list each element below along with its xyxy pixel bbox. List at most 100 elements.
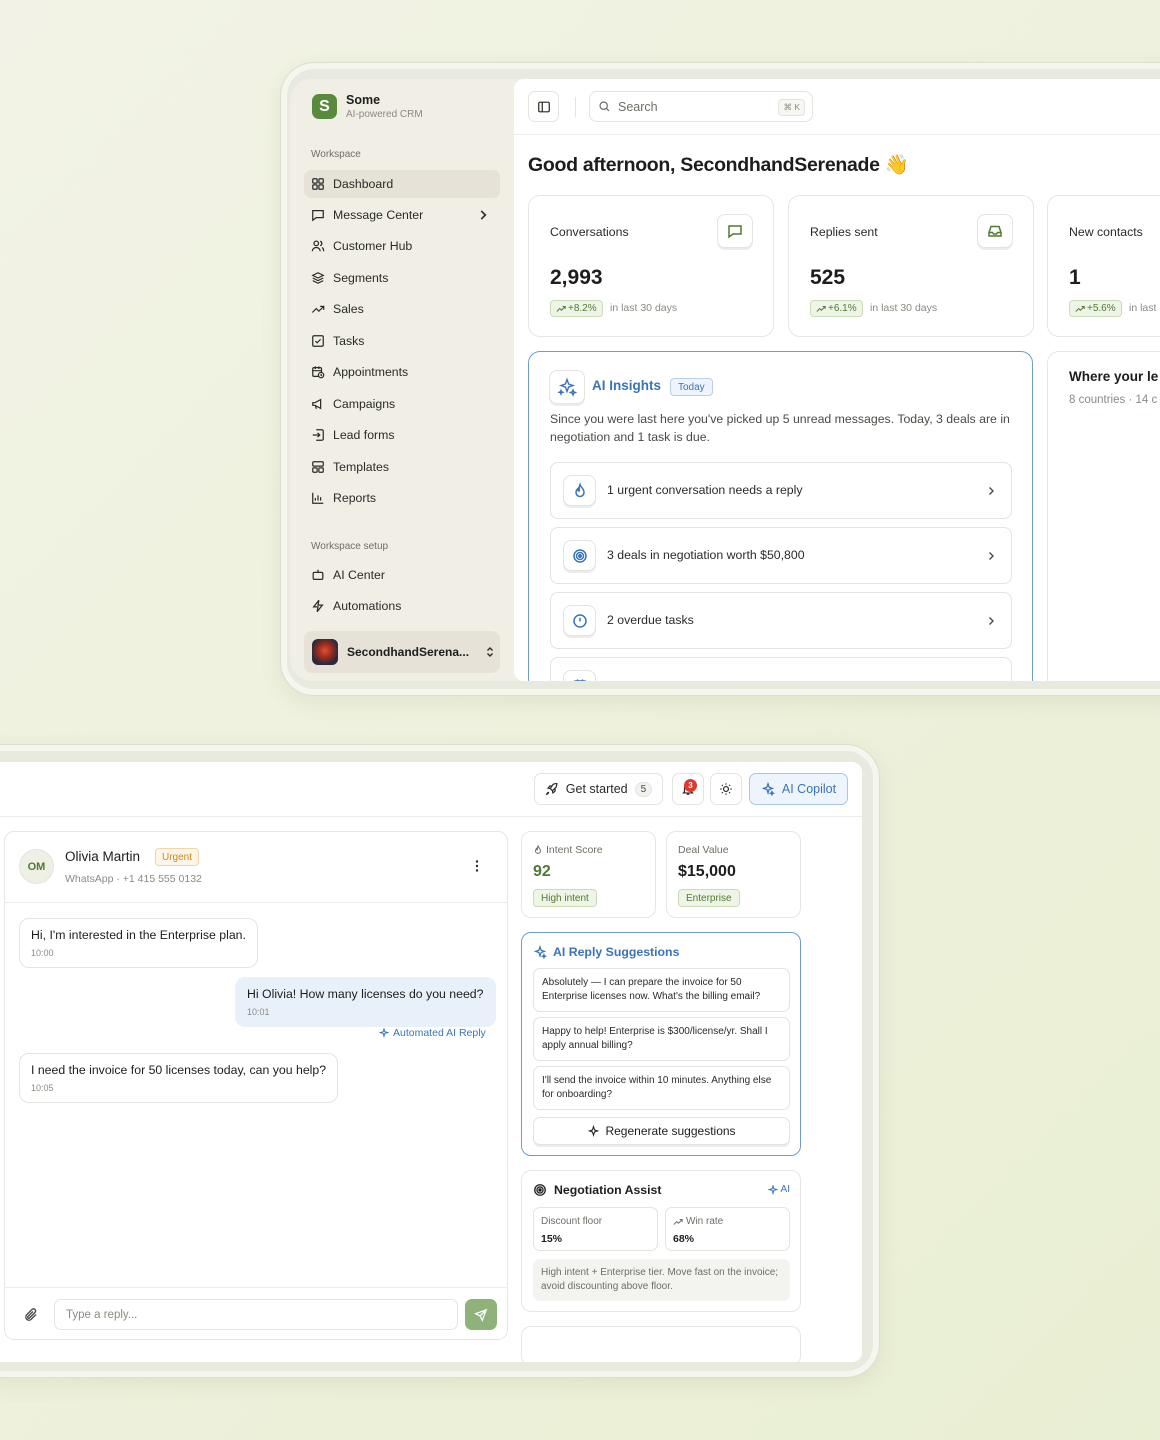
sidebar-item-lead-forms[interactable]: Lead forms [304,421,500,449]
user-switcher[interactable]: SecondhandSerena... [304,631,500,673]
ai-tag-text: AI [780,1184,790,1195]
panel-partial [521,1326,801,1362]
get-started-button[interactable]: Get started 5 [534,773,663,805]
notifications-button[interactable]: 3 [672,773,704,805]
get-started-count: 5 [634,781,653,797]
automated-reply-label: Automated AI Reply [379,1027,486,1039]
bot-icon [312,569,324,580]
calendar-icon [563,670,596,681]
sidebar-item-label: Automations [333,599,402,613]
conversation-panel: OM Olivia Martin Urgent WhatsApp · +1 41… [4,831,508,1340]
ai-tag: AI [767,1184,790,1195]
sidebar-item-tasks[interactable]: Tasks [304,327,500,355]
insight-deals-negotiation[interactable]: 3 deals in negotiation worth $50,800 [550,527,1012,584]
suggestion-item[interactable]: Happy to help! Enterprise is $300/licens… [533,1017,790,1061]
flame-icon [534,845,542,854]
discount-floor-box: Discount floor 15% [533,1207,658,1251]
more-vertical-icon[interactable] [470,859,484,873]
where-subtitle: 8 countries · 14 c [1069,394,1158,406]
search-input[interactable]: Search ⌘ K [589,91,813,122]
layout-template-icon [312,461,324,473]
get-started-label: Get started [565,782,628,796]
reply-input[interactable]: Type a reply... [54,1299,458,1330]
calendar-clock-icon [312,366,325,379]
insight-text: 3 deals in negotiation worth $50,800 [607,548,805,562]
wave-emoji: 👋 [884,154,909,176]
sidebar-item-message-center[interactable]: Message Center [304,201,500,229]
suggestion-item[interactable]: I'll send the invoice within 10 minutes.… [533,1066,790,1110]
ai-insights-description: Since you were last here you've picked u… [550,412,1010,444]
deal-value-amount: $15,000 [678,863,736,880]
sidebar-item-segments[interactable]: Segments [304,264,500,292]
message-time: 10:00 [31,948,54,958]
avatar[interactable]: OM [19,849,54,884]
sidebar-item-reports[interactable]: Reports [304,484,500,512]
trend-period: in last 30 days [610,302,678,314]
sidebar-item-label: Tasks [333,334,365,348]
stat-label: Conversations [550,225,629,239]
message-square-icon [717,214,753,248]
insight-overdue-tasks[interactable]: 2 overdue tasks [550,592,1012,649]
sidebar-item-label: Lead forms [333,428,395,442]
search-shortcut: ⌘ K [778,99,805,116]
message-time: 10:01 [247,1007,270,1017]
message-time: 10:05 [31,1083,54,1093]
trend-badge: +5.6% [1069,300,1122,317]
brand[interactable]: S Some AI-powered CRM [312,93,423,120]
message-text: Hi Olivia! How many licenses do you need… [247,987,484,1001]
message-incoming: I need the invoice for 50 licenses today… [19,1053,339,1103]
topbar: Search ⌘ K [514,79,1160,135]
brand-logo: S [312,94,337,119]
paperclip-icon[interactable] [23,1307,39,1323]
sidebar-item-sales[interactable]: Sales [304,295,500,323]
regenerate-button[interactable]: Regenerate suggestions [533,1117,790,1145]
sidebar-item-customer-hub[interactable]: Customer Hub [304,232,500,260]
suggestions-title: AI Reply Suggestions [533,945,679,959]
user-name: SecondhandSerena... [347,645,470,659]
stat-label: New contacts [1069,225,1143,239]
message-incoming: Hi, I'm interested in the Enterprise pla… [19,918,258,968]
form-input-icon [312,429,324,441]
message-text: I need the invoice for 50 licenses today… [31,1063,327,1077]
stat-card-new-contacts[interactable]: New contacts 1 +5.6% in last [1047,195,1160,337]
sidebar-toggle-button[interactable] [528,91,559,122]
inbox-screen: Get started 5 3 AI Copilot OM Olivia Mar… [0,762,862,1362]
sidebar-item-templates[interactable]: Templates [304,453,500,481]
chevron-right-icon [989,552,994,560]
sidebar-item-label: Reports [333,491,377,505]
insight-urgent-conversation[interactable]: 1 urgent conversation needs a reply [550,462,1012,519]
rocket-icon [545,782,558,796]
sidebar-item-campaigns[interactable]: Campaigns [304,390,500,418]
contact-channel: WhatsApp · +1 415 555 0132 [65,873,202,885]
stat-value: 2,993 [550,266,603,289]
sidebar-item-automations[interactable]: Automations [304,592,500,620]
stat-card-replies[interactable]: Replies sent 525 +6.1% in last 30 days [788,195,1034,337]
divider [575,97,576,117]
sidebar: S Some AI-powered CRM Workspace Dashboar… [290,79,514,681]
sparkles-icon [767,1184,778,1195]
sidebar-item-label: Campaigns [333,397,396,411]
message-text: Hi, I'm interested in the Enterprise pla… [31,928,246,942]
megaphone-icon [312,398,322,410]
theme-toggle-button[interactable] [710,773,742,805]
suggestion-item[interactable]: Absolutely — I can prepare the invoice f… [533,968,790,1012]
alert-circle-icon [563,605,596,636]
win-rate-label: Win rate [673,1216,723,1227]
message-outgoing: Hi Olivia! How many licenses do you need… [235,977,496,1027]
contact-name[interactable]: Olivia Martin [65,849,140,864]
sparkles-icon [588,1124,600,1137]
win-rate-value: 68% [673,1233,695,1245]
sidebar-item-ai-center[interactable]: AI Center [304,561,500,589]
suggestions-title-text: AI Reply Suggestions [553,945,680,959]
ai-copilot-button[interactable]: AI Copilot [749,773,848,805]
stat-card-conversations[interactable]: Conversations 2,993 +8.2% in last 30 day… [528,195,774,337]
insight-row-partial[interactable] [550,657,1012,681]
send-button[interactable] [465,1299,497,1330]
stat-value: 1 [1069,266,1081,289]
deal-tier-badge: Enterprise [678,889,740,907]
search-icon [599,101,610,112]
negotiation-assist: Negotiation Assist AI Discount floor 15%… [521,1170,801,1312]
sidebar-item-appointments[interactable]: Appointments [304,358,500,386]
intent-badge: High intent [533,889,597,907]
sidebar-item-dashboard[interactable]: Dashboard [304,170,500,198]
